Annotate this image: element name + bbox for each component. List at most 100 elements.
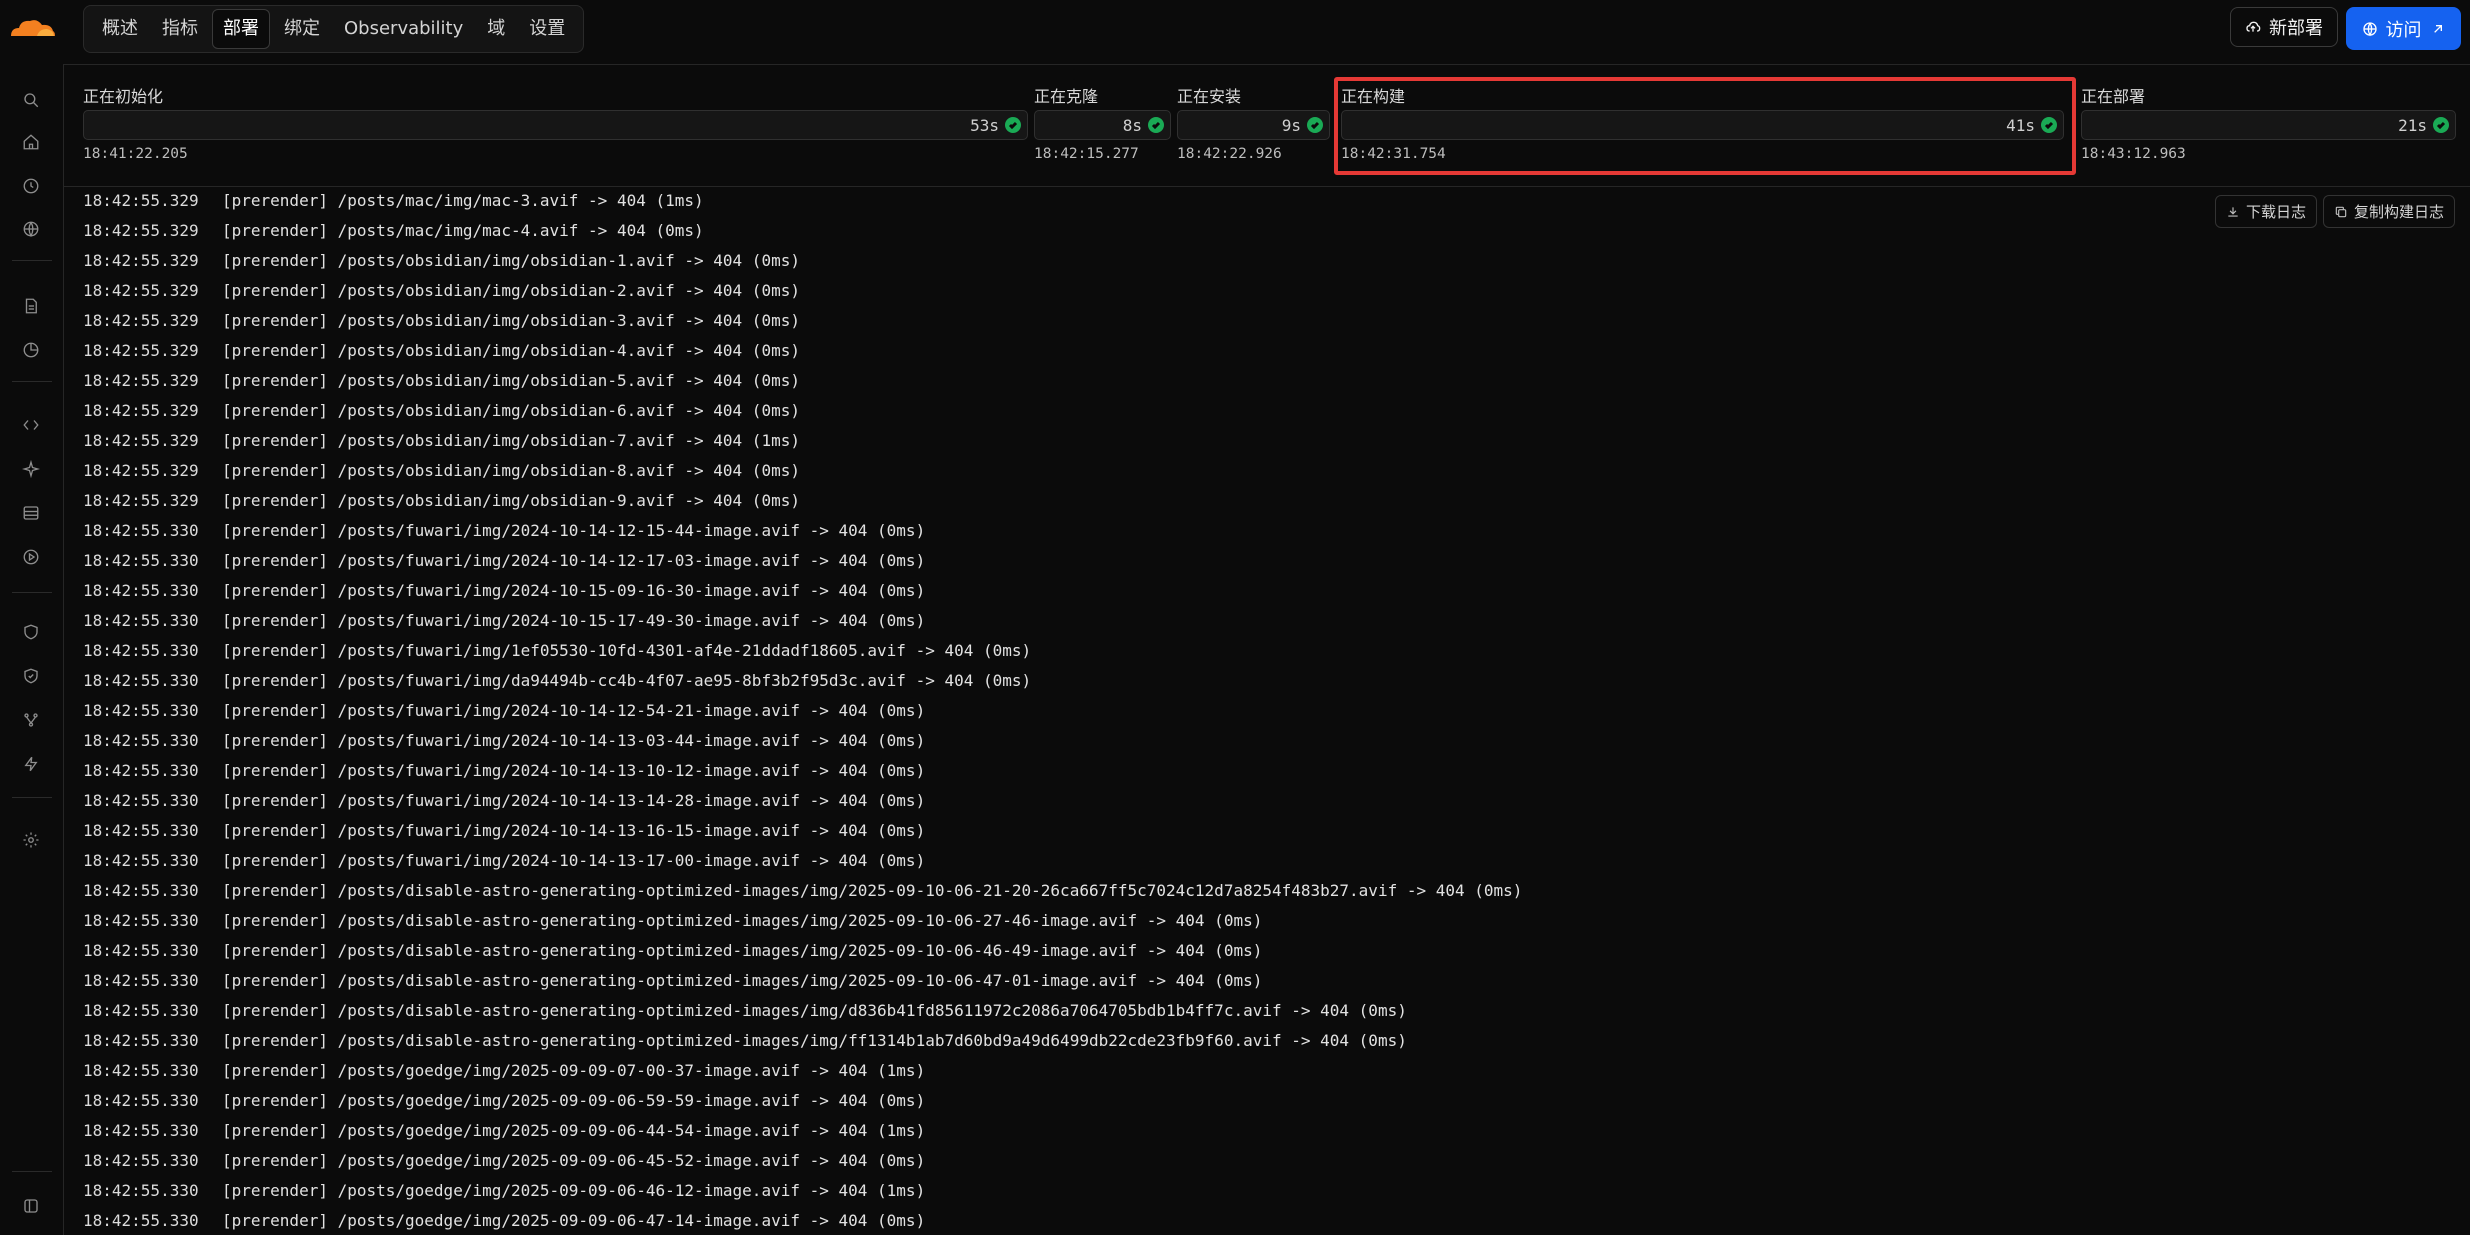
cloudflare-logo[interactable] [7,16,57,40]
copy-build-log-button[interactable]: 复制构建日志 [2323,195,2456,228]
stage-progress-bar: 21s [2081,110,2456,140]
log-timestamp: 18:42:55.330 [83,941,199,960]
tab-overview[interactable]: 概述 [92,10,148,48]
visit-button[interactable]: 访问 [2346,7,2461,50]
log-message: [prerender] /posts/fuwari/img/2024-10-14… [222,521,926,540]
log-timestamp: 18:42:55.329 [83,491,199,510]
log-line: 18:42:55.330 [prerender] /posts/fuwari/im… [83,576,925,606]
log-timestamp: 18:42:55.329 [83,371,199,390]
log-timestamp: 18:42:55.330 [83,701,199,720]
log-line: 18:42:55.330 [prerender] /posts/fuwari/im… [83,756,925,786]
log-message: [prerender] /posts/goedge/img/2025-09-09… [222,1151,926,1170]
stage-label: 正在初始化 [83,87,164,106]
stage-progress-bar: 41s [1341,110,2064,140]
bolt-icon[interactable] [19,752,43,776]
check-circle-icon [1005,117,1021,133]
log-line: 18:42:55.330 [prerender] /posts/fuwari/im… [83,696,925,726]
log-line: 18:42:55.330 [prerender] /posts/fuwari/im… [83,666,1031,696]
log-line: 18:42:55.330 [prerender] /posts/fuwari/im… [83,636,1031,666]
build-log[interactable]: 18:42:55.329 [prerender] /posts/mac/img/m… [63,186,2470,1235]
log-line: 18:42:55.330 [prerender] /posts/goedge/im… [83,1056,925,1086]
log-line: 18:42:55.330 [prerender] /posts/fuwari/im… [83,546,925,576]
log-timestamp: 18:42:55.330 [83,761,199,780]
log-message: [prerender] /posts/obsidian/img/obsidian… [222,431,800,450]
stage-label: 正在安装 [1177,87,1242,106]
check-circle-icon [1148,117,1164,133]
log-message: [prerender] /posts/goedge/img/2025-09-09… [222,1211,926,1230]
tab-settings[interactable]: 设置 [519,10,575,48]
log-line: 18:42:55.330 [prerender] /posts/fuwari/im… [83,726,925,756]
log-timestamp: 18:42:55.330 [83,971,199,990]
log-timestamp: 18:42:55.329 [83,251,199,270]
log-timestamp: 18:42:55.330 [83,821,199,840]
gear-icon[interactable] [19,828,43,852]
stage-start-time: 18:42:22.926 [1177,146,1282,162]
stage-label: 正在克隆 [1034,87,1099,106]
log-timestamp: 18:42:55.330 [83,1031,199,1050]
log-timestamp: 18:42:55.329 [83,311,199,330]
log-message: [prerender] /posts/fuwari/img/da94494b-c… [222,671,1032,690]
log-message: [prerender] /posts/obsidian/img/obsidian… [222,341,800,360]
storage-icon[interactable] [19,501,43,525]
log-message: [prerender] /posts/fuwari/img/2024-10-14… [222,761,926,780]
network-icon[interactable] [19,708,43,732]
log-timestamp: 18:42:55.330 [83,1091,199,1110]
tab-metrics[interactable]: 指标 [152,10,208,48]
media-icon[interactable] [19,545,43,569]
check-circle-icon [2041,117,2057,133]
stage-duration: 53s [970,115,999,135]
log-timestamp: 18:42:55.330 [83,881,199,900]
log-timestamp: 18:42:55.330 [83,671,199,690]
log-timestamp: 18:42:55.330 [83,1121,199,1140]
log-timestamp: 18:42:55.330 [83,1151,199,1170]
log-timestamp: 18:42:55.330 [83,641,199,660]
download-log-label: 下载日志 [2246,203,2307,221]
analytics-icon[interactable] [19,338,43,362]
code-icon[interactable] [19,413,43,437]
log-timestamp: 18:42:55.329 [83,461,199,480]
home-icon[interactable] [19,130,43,154]
log-message: [prerender] /posts/obsidian/img/obsidian… [222,461,800,480]
tab-observability[interactable]: Observability [334,10,473,48]
document-icon[interactable] [19,294,43,318]
sidebar-toggle-icon[interactable] [19,1194,43,1218]
log-message: [prerender] /posts/fuwari/img/2024-10-14… [222,701,926,720]
check-circle-icon [2433,117,2449,133]
log-line: 18:42:55.329 [prerender] /posts/obsidian/… [83,276,800,306]
search-icon[interactable] [19,88,43,112]
log-timestamp: 18:42:55.329 [83,221,199,240]
log-message: [prerender] /posts/disable-astro-generat… [222,941,1263,960]
log-message: [prerender] /posts/goedge/img/2025-09-09… [222,1061,926,1080]
log-line: 18:42:55.329 [prerender] /posts/obsidian/… [83,246,800,276]
stage-duration: 8s [1122,115,1142,135]
log-message: [prerender] /posts/mac/img/mac-3.avif ->… [222,191,704,210]
log-message: [prerender] /posts/fuwari/img/2024-10-14… [222,791,926,810]
tab-deployments[interactable]: 部署 [212,9,270,49]
log-message: [prerender] /posts/fuwari/img/2024-10-15… [222,581,926,600]
ai-sparkle-icon[interactable] [19,457,43,481]
globe-icon[interactable] [19,217,43,241]
top-bar: 概述 指标 部署 绑定 Observability 域 设置 新部署 访问 [63,0,2470,65]
download-log-button[interactable]: 下载日志 [2215,195,2318,228]
tab-domains[interactable]: 域 [477,10,515,48]
security-check-icon[interactable] [19,664,43,688]
stage-start-time: 18:42:15.277 [1034,146,1139,162]
log-message: [prerender] /posts/fuwari/img/2024-10-15… [222,611,926,630]
log-timestamp: 18:42:55.330 [83,1001,199,1020]
log-line: 18:42:55.329 [prerender] /posts/obsidian/… [83,306,800,336]
log-message: [prerender] /posts/fuwari/img/2024-10-14… [222,821,926,840]
history-icon[interactable] [19,174,43,198]
external-link-icon [2433,24,2442,33]
log-message: [prerender] /posts/fuwari/img/2024-10-14… [222,551,926,570]
tab-bindings[interactable]: 绑定 [274,10,330,48]
download-icon [2228,206,2238,217]
stage-start-time: 18:43:12.963 [2081,146,2186,162]
log-line: 18:42:55.329 [prerender] /posts/obsidian/… [83,456,800,486]
log-message: [prerender] /posts/goedge/img/2025-09-09… [222,1121,926,1140]
log-timestamp: 18:42:55.330 [83,611,199,630]
stage-label: 正在部署 [2081,87,2146,106]
new-deployment-button[interactable]: 新部署 [2230,7,2338,47]
left-rail [0,0,64,1235]
shield-icon[interactable] [19,620,43,644]
log-message: [prerender] /posts/disable-astro-generat… [222,971,1263,990]
